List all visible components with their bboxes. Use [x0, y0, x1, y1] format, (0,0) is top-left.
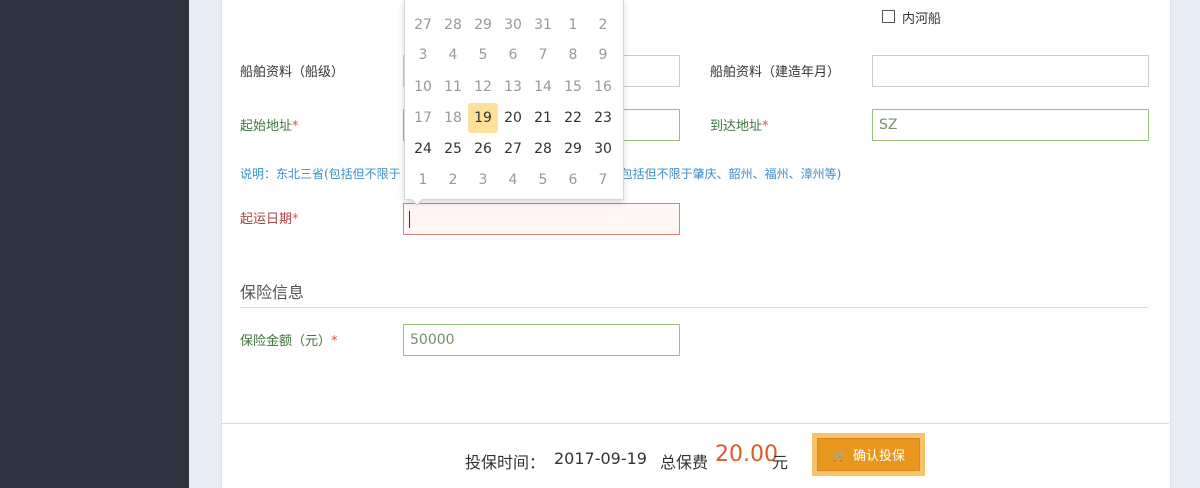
- cart-icon: 🛒: [832, 447, 847, 462]
- datepicker-day[interactable]: 14: [528, 72, 558, 102]
- datepicker-day[interactable]: 26: [468, 134, 498, 164]
- datepicker-day[interactable]: 25: [438, 134, 468, 164]
- ship-date-label: 起运日期*: [240, 212, 299, 227]
- end-address-input[interactable]: SZ: [872, 109, 1149, 141]
- river-ship-checkbox[interactable]: [882, 10, 895, 23]
- datepicker-day[interactable]: 28: [528, 134, 558, 164]
- datepicker-day[interactable]: 30: [588, 134, 618, 164]
- datepicker-week-row: 27 28 29 30 31 1 2: [408, 10, 618, 40]
- datepicker-week-row: 10 11 12 13 14 15 16: [408, 72, 618, 102]
- datepicker-day[interactable]: 10: [408, 72, 438, 102]
- weekday-cell: [468, 0, 498, 4]
- region-note-left: 说明：东北三省(包括但不限于: [240, 167, 401, 181]
- datepicker-day-today[interactable]: 19: [468, 103, 498, 133]
- datepicker-day[interactable]: 17: [408, 103, 438, 133]
- ship-build-label: 船舶资料（建造年月）: [710, 65, 841, 80]
- currency-label: 元: [772, 453, 789, 472]
- weekday-cell: [408, 0, 438, 4]
- start-address-label: 起始地址*: [240, 119, 299, 134]
- insurance-amount-label: 保险金额（元）*: [240, 334, 338, 349]
- datepicker-day[interactable]: 30: [498, 10, 528, 40]
- datepicker-day[interactable]: 2: [438, 165, 468, 195]
- weekday-cell: [528, 0, 558, 4]
- datepicker-day[interactable]: 11: [438, 72, 468, 102]
- datepicker-day[interactable]: 6: [498, 40, 528, 70]
- datepicker-week-row: 17 18 19 20 21 22 23: [408, 103, 618, 133]
- total-premium-value: 20.00: [715, 442, 778, 467]
- footer-divider: [221, 423, 1169, 424]
- insure-time-label: 投保时间：: [465, 453, 546, 472]
- confirm-button-frame: 🛒 确认投保: [812, 433, 925, 476]
- datepicker-day[interactable]: 27: [498, 134, 528, 164]
- datepicker-day[interactable]: 15: [558, 72, 588, 102]
- datepicker-week-row: 1234567: [408, 165, 618, 195]
- datepicker-day[interactable]: 16: [588, 72, 618, 102]
- datepicker-day[interactable]: 20: [498, 103, 528, 133]
- text-cursor: [409, 211, 410, 228]
- insurance-section-title: 保险信息: [240, 283, 305, 302]
- datepicker-day[interactable]: 8: [558, 40, 588, 70]
- datepicker-day[interactable]: 22: [558, 103, 588, 133]
- datepicker-week-row: 24 25 26 27 28 29 30: [408, 134, 618, 164]
- ship-build-input[interactable]: [872, 55, 1149, 87]
- datepicker-day[interactable]: 3: [468, 165, 498, 195]
- datepicker-day[interactable]: 29: [468, 10, 498, 40]
- datepicker-week-row: 3456789: [408, 40, 618, 70]
- datepicker-day[interactable]: 1: [558, 10, 588, 40]
- datepicker-day[interactable]: 6: [558, 165, 588, 195]
- ship-date-input[interactable]: [403, 203, 680, 235]
- confirm-insure-button[interactable]: 🛒 确认投保: [817, 438, 920, 471]
- datepicker-day[interactable]: 5: [468, 40, 498, 70]
- datepicker-day[interactable]: 5: [528, 165, 558, 195]
- datepicker-day[interactable]: 28: [438, 10, 468, 40]
- insurance-amount-input[interactable]: 50000: [403, 324, 680, 356]
- datepicker-day[interactable]: 1: [408, 165, 438, 195]
- weekday-cell: [558, 0, 588, 4]
- datepicker-day[interactable]: 2: [588, 10, 618, 40]
- end-address-label: 到达地址*: [710, 119, 769, 134]
- datepicker-pointer-inner: [411, 198, 423, 204]
- datepicker-day[interactable]: 4: [498, 165, 528, 195]
- total-premium-label: 总保费: [660, 453, 709, 472]
- datepicker-day[interactable]: 12: [468, 72, 498, 102]
- datepicker-day[interactable]: 9: [588, 40, 618, 70]
- weekday-cell: [498, 0, 528, 4]
- datepicker-day[interactable]: 13: [498, 72, 528, 102]
- datepicker-weekday-header: [408, 0, 618, 4]
- datepicker-day[interactable]: 3: [408, 40, 438, 70]
- datepicker-day[interactable]: 18: [438, 103, 468, 133]
- datepicker-day[interactable]: 7: [588, 165, 618, 195]
- datepicker-day[interactable]: 23: [588, 103, 618, 133]
- sidebar: [0, 0, 189, 488]
- confirm-insure-label: 确认投保: [852, 449, 905, 464]
- datepicker-day[interactable]: 21: [528, 103, 558, 133]
- datepicker-day[interactable]: 27: [408, 10, 438, 40]
- river-ship-label: 内河船: [902, 12, 942, 27]
- region-note-right: (包括但不限于肇庆、韶州、福州、漳州等): [616, 167, 842, 181]
- datepicker-day[interactable]: 4: [438, 40, 468, 70]
- datepicker-day[interactable]: 24: [408, 134, 438, 164]
- datepicker-day[interactable]: 29: [558, 134, 588, 164]
- weekday-cell: [588, 0, 618, 4]
- insure-time-value: 2017-09-19: [554, 449, 647, 468]
- weekday-cell: [438, 0, 468, 4]
- section-divider: [240, 307, 1149, 308]
- ship-grade-label: 船舶资料（船级）: [240, 65, 345, 80]
- datepicker-day[interactable]: 7: [528, 40, 558, 70]
- datepicker-day[interactable]: 31: [528, 10, 558, 40]
